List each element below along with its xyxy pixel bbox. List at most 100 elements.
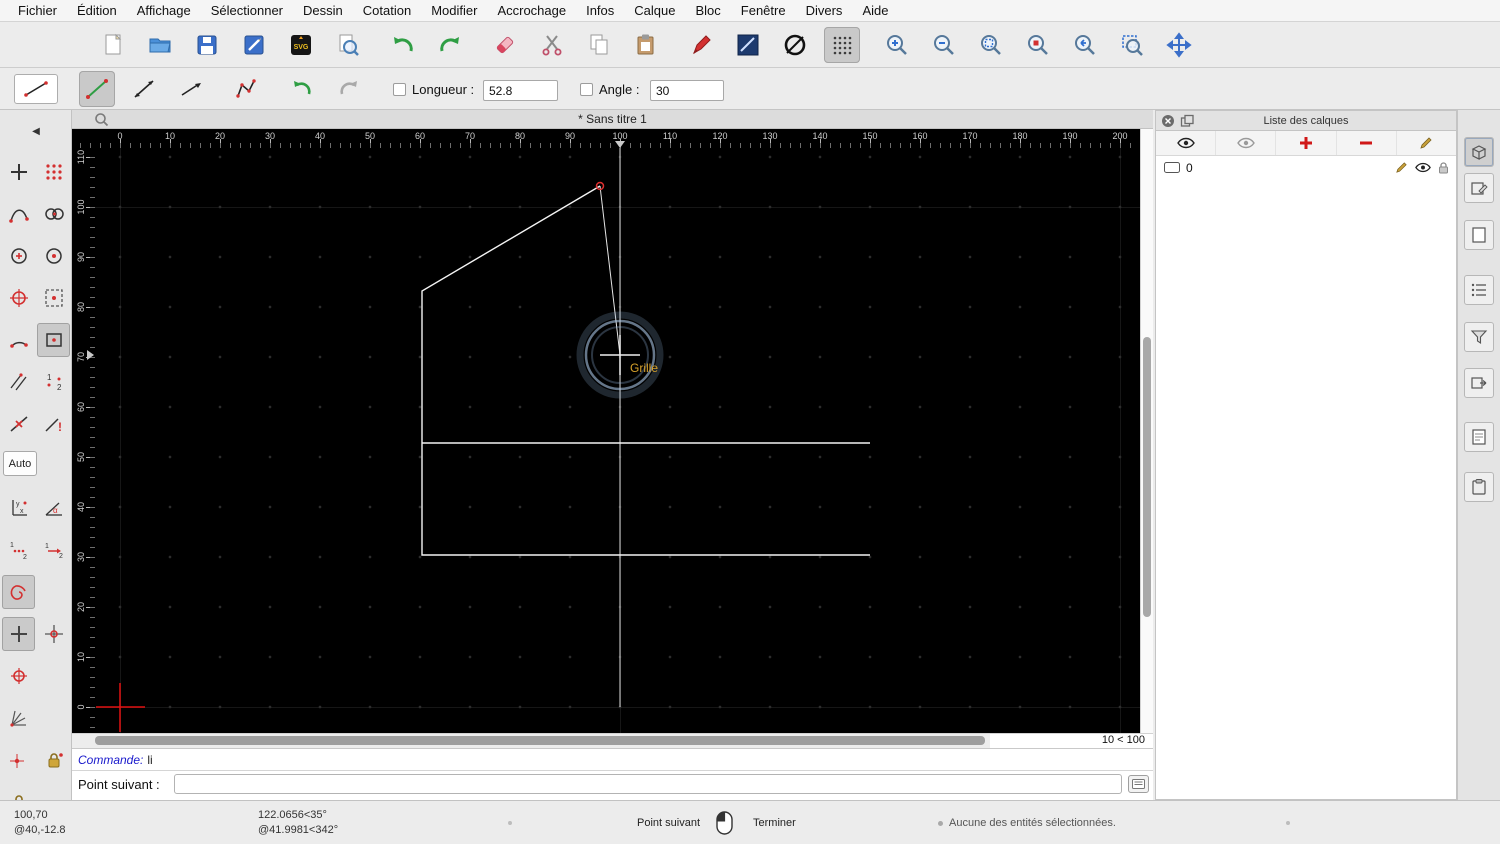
dock-block-list-button[interactable] [1464,173,1494,203]
order-points-button[interactable]: 12 [2,533,35,567]
line-angle-button[interactable] [126,71,162,107]
snap-endpoint-button[interactable] [2,197,35,231]
remove-layer-button[interactable] [1336,131,1397,155]
add-layer-button[interactable] [1276,131,1337,155]
delete-entities-button[interactable] [487,27,523,63]
vertical-scrollbar-thumb[interactable] [1143,337,1151,617]
layer-row[interactable]: 0 [1156,156,1456,179]
restrict-lines-button[interactable] [2,365,35,399]
menu-item-1[interactable]: Édition [67,0,127,22]
menu-item-12[interactable]: Divers [796,0,853,22]
show-all-layers-button[interactable] [1156,131,1217,155]
grid-toggle-button[interactable] [824,26,860,63]
snap-distance-button[interactable] [37,239,70,273]
new-file-button[interactable] [95,27,131,63]
menu-item-6[interactable]: Modifier [421,0,487,22]
snap-center-button[interactable] [2,239,35,273]
menu-item-11[interactable]: Fenêtre [731,0,796,22]
snap-free-button[interactable] [2,155,35,189]
zoom-in-button[interactable] [879,27,915,63]
exclusive-snap-button[interactable]: ! [37,407,70,441]
menu-item-9[interactable]: Calque [624,0,685,22]
redo-sequence-button[interactable] [331,71,367,107]
angle-snap-button[interactable] [2,701,35,735]
menu-item-8[interactable]: Infos [576,0,624,22]
back-button[interactable]: ◀ [8,121,64,142]
zoom-previous-button[interactable] [1067,27,1103,63]
zoom-out-button[interactable] [926,27,962,63]
line-two-points-button[interactable] [79,71,115,107]
menu-item-0[interactable]: Fichier [8,0,67,22]
horizontal-scrollbar[interactable] [72,734,990,748]
redo-button[interactable] [432,27,468,63]
restrict-orthogonal-button[interactable]: yx [2,491,35,525]
restrict-nothing-button[interactable] [2,407,35,441]
plus-icon [10,164,27,180]
dock-quick-info-button[interactable] [1464,368,1494,398]
zoom-pan-button[interactable] [1161,27,1197,63]
menu-item-4[interactable]: Dessin [293,0,353,22]
zoom-redraw-button[interactable] [1020,27,1056,63]
snap-on-entity-button[interactable] [37,197,70,231]
save-button[interactable] [189,27,225,63]
edit-layer-button[interactable] [1396,131,1457,155]
command-input[interactable] [174,774,1122,794]
snap-sequence-button[interactable]: 12 [37,365,70,399]
dock-selection-filter-button[interactable] [1464,322,1494,352]
length-input[interactable] [483,80,558,101]
length-checkbox[interactable] [393,83,406,96]
layer-edit-icon[interactable] [1395,161,1408,174]
menu-item-2[interactable]: Affichage [127,0,201,22]
cut-button[interactable] [534,27,570,63]
snap-grid-button[interactable] [37,155,70,189]
pen-attributes-button[interactable] [683,27,719,63]
paste-button[interactable] [628,27,664,63]
dock-layer-list-button[interactable] [1464,137,1494,167]
restrict-angle-button[interactable]: α [37,491,70,525]
layer-visibility-icon[interactable] [1415,162,1431,173]
dock-command-widget-button[interactable] [1464,422,1494,452]
angle-checkbox[interactable] [580,83,593,96]
menu-item-3[interactable]: Sélectionner [201,0,293,22]
snap-reference-button[interactable] [37,323,70,357]
menu-item-5[interactable]: Cotation [353,0,421,22]
snap-auto-button[interactable]: Auto [3,451,37,476]
menu-item-13[interactable]: Aide [852,0,898,22]
current-tool-indicator[interactable] [14,74,58,104]
hide-all-layers-button[interactable] [1216,131,1277,155]
command-widget-toggle-button[interactable] [1128,775,1149,793]
svg-export-button[interactable]: SVG [283,27,319,63]
lock-zero-button[interactable] [37,743,70,777]
undo-sequence-button[interactable] [284,71,320,107]
dock-library-browser-button[interactable] [1464,220,1494,250]
angle-input[interactable] [650,80,724,101]
undo-button[interactable] [385,27,421,63]
relative-zero-button[interactable] [2,617,35,651]
save-as-button[interactable] [236,27,272,63]
snap-tangent-button[interactable] [2,323,35,357]
lock-relative-zero-button[interactable] [2,659,35,693]
copy-button[interactable] [581,27,617,63]
vertical-scrollbar[interactable] [1140,129,1153,733]
dock-entity-list-button[interactable] [1464,275,1494,305]
layer-lock-icon[interactable] [1438,161,1449,174]
snap-point-button[interactable] [2,743,35,777]
current-pen-button[interactable] [777,27,813,63]
menu-item-7[interactable]: Accrochage [487,0,576,22]
drawing-canvas[interactable]: 0 10 20 30 40 50 60 70 80 90 100 110 120 130 140 150 160… [72,129,1140,733]
zoom-window-button[interactable] [1114,27,1150,63]
line-attributes-button[interactable] [730,27,766,63]
snap-intersection-button[interactable] [37,281,70,315]
dock-notes-button[interactable] [1464,472,1494,502]
order-arrow-button[interactable]: 12 [37,533,70,567]
open-file-button[interactable] [142,27,178,63]
tool-regen-button[interactable] [2,575,35,609]
horizontal-scrollbar-thumb[interactable] [95,736,985,745]
snap-middle-button[interactable] [2,281,35,315]
print-preview-button[interactable] [330,27,366,63]
zoom-auto-button[interactable] [973,27,1009,63]
polyline-button[interactable] [228,71,264,107]
menu-item-10[interactable]: Bloc [685,0,730,22]
set-relative-zero-button[interactable] [37,617,70,651]
line-horizontal-button[interactable] [173,71,209,107]
